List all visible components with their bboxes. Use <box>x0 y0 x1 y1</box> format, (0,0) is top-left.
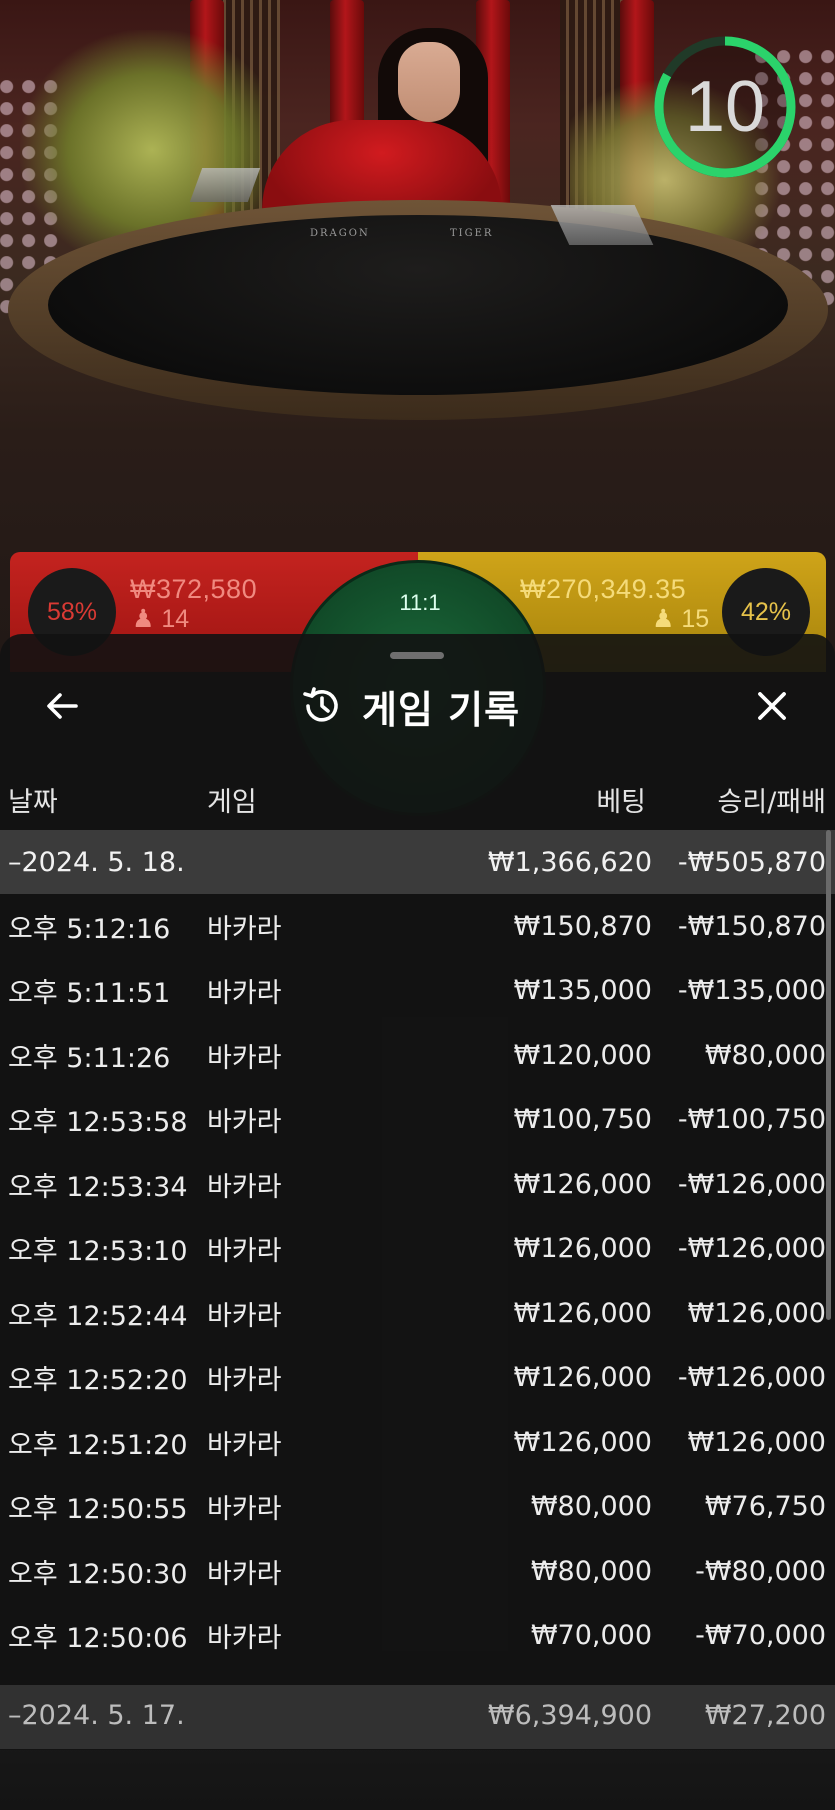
column-header-date: 날짜 <box>8 787 58 818</box>
row-game: 바카라 <box>207 1558 282 1590</box>
table-row[interactable]: 오후 12:53:10 바카라 ₩126,000 -₩126,000 <box>0 1217 835 1282</box>
close-button[interactable] <box>746 680 798 732</box>
row-game: 바카라 <box>207 1107 282 1139</box>
row-time: 오후 12:52:20 <box>8 1365 188 1397</box>
row-game: 바카라 <box>207 1171 282 1203</box>
row-bet: ₩120,000 <box>513 1039 652 1071</box>
game-table-felt <box>48 215 788 395</box>
card-shoe <box>189 168 261 202</box>
dragon-total-bet: ₩372,580 <box>130 574 258 604</box>
row-bet: ₩126,000 <box>513 1168 652 1200</box>
back-button[interactable] <box>36 680 88 732</box>
history-clock-icon <box>303 687 338 722</box>
row-time: 오후 12:53:58 <box>8 1107 188 1139</box>
row-game: 바카라 <box>207 1236 282 1268</box>
column-header-result: 승리/패배 <box>717 787 826 818</box>
column-header-game: 게임 <box>207 787 257 818</box>
row-result: -₩126,000 <box>677 1362 826 1394</box>
row-game: 바카라 <box>207 1429 282 1461</box>
row-time: 오후 12:52:44 <box>8 1300 188 1332</box>
table-row[interactable]: 오후 5:12:16 바카라 ₩150,870 -₩150,870 <box>0 894 835 959</box>
row-game: 바카라 <box>207 978 282 1010</box>
row-time: 오후 5:11:26 <box>8 1042 171 1074</box>
arrow-left-icon <box>47 693 78 719</box>
day-total-result: -₩505,870 <box>677 846 826 878</box>
row-game: 바카라 <box>207 1623 282 1655</box>
row-time: 오후 12:50:06 <box>8 1623 188 1655</box>
tiger-player-count: ♟ 15 <box>652 605 710 633</box>
column-header-bet: 베팅 <box>596 787 646 818</box>
row-result: -₩126,000 <box>677 1233 826 1265</box>
tiger-total-bet: ₩270,349.35 <box>520 574 687 604</box>
row-bet: ₩126,000 <box>513 1233 652 1265</box>
row-time: 오후 12:50:30 <box>8 1558 188 1590</box>
row-game: 바카라 <box>207 1365 282 1397</box>
table-label-dragon: DRAGON <box>310 228 370 239</box>
row-game: 바카라 <box>207 1494 282 1526</box>
row-bet: ₩150,870 <box>513 910 652 942</box>
row-result: ₩80,000 <box>704 1039 826 1071</box>
row-time: 오후 5:11:51 <box>8 978 171 1010</box>
row-time: 오후 12:53:34 <box>8 1171 188 1203</box>
row-result: -₩80,000 <box>695 1555 826 1587</box>
table-row[interactable]: 오후 12:53:34 바카라 ₩126,000 -₩126,000 <box>0 1152 835 1217</box>
row-result: -₩126,000 <box>677 1168 826 1200</box>
bottom-fade <box>0 1750 835 1810</box>
card-shoe <box>550 205 654 245</box>
row-result: -₩100,750 <box>677 1104 826 1136</box>
row-bet: ₩100,750 <box>513 1104 652 1136</box>
row-time: 오후 5:12:16 <box>8 913 171 945</box>
dealer-face <box>398 42 460 122</box>
row-result: ₩126,000 <box>687 1297 826 1329</box>
table-row[interactable]: 오후 5:11:51 바카라 ₩135,000 -₩135,000 <box>0 959 835 1024</box>
scrollbar[interactable] <box>826 830 831 1320</box>
row-bet: ₩135,000 <box>513 975 652 1007</box>
row-bet: ₩126,000 <box>513 1426 652 1458</box>
row-game: 바카라 <box>207 1300 282 1332</box>
table-row[interactable]: 오후 12:52:44 바카라 ₩126,000 ₩126,000 <box>0 1281 835 1346</box>
row-time: 오후 12:51:20 <box>8 1429 188 1461</box>
table-row[interactable]: 오후 12:52:20 바카라 ₩126,000 -₩126,000 <box>0 1346 835 1411</box>
close-icon <box>758 692 786 720</box>
history-header: 게임 기록 <box>300 680 560 732</box>
row-result: ₩126,000 <box>687 1426 826 1458</box>
row-result: ₩76,750 <box>704 1491 826 1523</box>
row-time: 오후 12:53:10 <box>8 1236 188 1268</box>
tie-payout: 11:1 <box>399 590 441 615</box>
row-bet: ₩70,000 <box>530 1620 652 1652</box>
row-result: -₩70,000 <box>695 1620 826 1652</box>
row-bet: ₩80,000 <box>530 1555 652 1587</box>
table-row[interactable]: 오후 12:50:55 바카라 ₩80,000 ₩76,750 <box>0 1475 835 1540</box>
table-label-tiger: TIGER <box>450 228 494 239</box>
dragon-player-count: ♟ 14 <box>132 605 190 633</box>
day-total-bet: ₩6,394,900 <box>487 1700 652 1731</box>
day-total-result: ₩27,200 <box>704 1700 826 1731</box>
sheet-drag-handle[interactable] <box>390 652 444 659</box>
person-icon: ♟ <box>132 605 155 633</box>
row-bet: ₩126,000 <box>513 1362 652 1394</box>
row-time: 오후 12:50:55 <box>8 1494 188 1526</box>
table-row[interactable]: 오후 12:50:06 바카라 ₩70,000 -₩70,000 <box>0 1604 835 1669</box>
row-game: 바카라 <box>207 1042 282 1074</box>
row-bet: ₩80,000 <box>530 1491 652 1523</box>
day-group-header[interactable]: –2024. 5. 18. ₩1,366,620 -₩505,870 <box>0 830 835 894</box>
person-icon: ♟ <box>652 605 675 633</box>
day-total-bet: ₩1,366,620 <box>487 846 652 878</box>
history-table: –2024. 5. 18. ₩1,366,620 -₩505,870 오후 5:… <box>0 830 835 1668</box>
table-row[interactable]: 오후 5:11:26 바카라 ₩120,000 ₩80,000 <box>0 1023 835 1088</box>
day-date: –2024. 5. 17. <box>8 1700 185 1731</box>
table-row[interactable]: 오후 12:50:30 바카라 ₩80,000 -₩80,000 <box>0 1539 835 1604</box>
day-date: –2024. 5. 18. <box>8 846 185 878</box>
table-row[interactable]: 오후 12:53:58 바카라 ₩100,750 -₩100,750 <box>0 1088 835 1153</box>
row-game: 바카라 <box>207 913 282 945</box>
page-title: 게임 기록 <box>362 687 521 732</box>
table-row[interactable]: 오후 12:51:20 바카라 ₩126,000 ₩126,000 <box>0 1410 835 1475</box>
countdown-timer: 10 <box>684 67 766 147</box>
row-bet: ₩126,000 <box>513 1297 652 1329</box>
row-result: -₩150,870 <box>677 910 826 942</box>
row-result: -₩135,000 <box>677 975 826 1007</box>
